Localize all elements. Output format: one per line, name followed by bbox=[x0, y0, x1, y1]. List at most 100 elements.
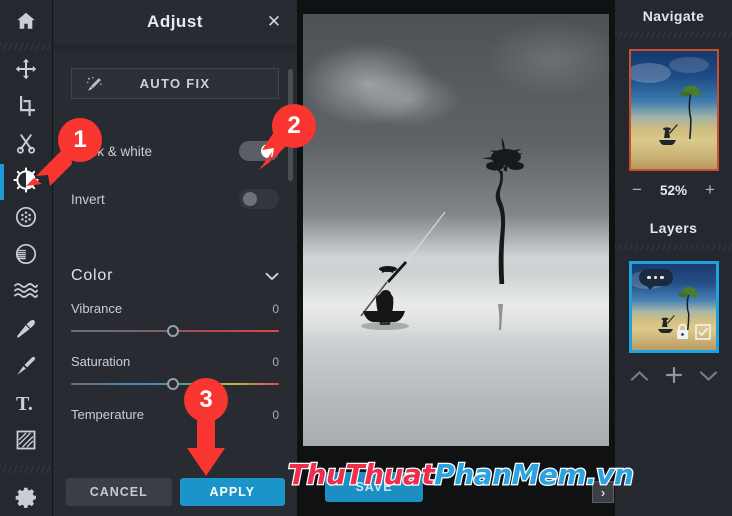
slider-vibrance-track[interactable] bbox=[71, 325, 279, 337]
slider-vibrance-handle[interactable] bbox=[166, 325, 179, 337]
layer-visibility-checkbox[interactable] bbox=[694, 324, 711, 345]
magic-wand-icon bbox=[87, 77, 102, 91]
toggle-knob bbox=[243, 192, 257, 206]
chevron-down-icon[interactable] bbox=[265, 269, 279, 284]
tool-distort[interactable] bbox=[0, 273, 52, 310]
invert-toggle[interactable] bbox=[239, 189, 279, 209]
slider-saturation: Saturation 0 bbox=[71, 354, 279, 390]
scissors-icon bbox=[17, 134, 36, 154]
move-icon bbox=[15, 58, 37, 79]
navigate-divider bbox=[615, 32, 732, 38]
navigate-title: Navigate bbox=[642, 8, 705, 24]
tool-effects[interactable] bbox=[0, 199, 52, 236]
tool-texture[interactable] bbox=[0, 421, 52, 458]
slider-saturation-value: 0 bbox=[272, 355, 279, 369]
navigator-thumbnail[interactable] bbox=[628, 49, 719, 171]
effects-dots-icon bbox=[15, 207, 37, 228]
chevron-down-glyph bbox=[265, 272, 279, 280]
text-icon: T. bbox=[16, 393, 33, 414]
crop-icon bbox=[20, 95, 35, 116]
svg-text:T.: T. bbox=[16, 393, 33, 414]
layer-action-bar bbox=[615, 366, 732, 389]
chevron-up-icon bbox=[630, 370, 648, 381]
slider-vibrance-label: Vibrance bbox=[71, 301, 123, 316]
photo-subjects bbox=[360, 138, 524, 330]
auto-fix-button[interactable]: AUTO FIX bbox=[71, 68, 279, 99]
image-editor-window: T. Adjust ✕ AUTO FIX Black & white Inver… bbox=[0, 0, 732, 516]
tool-gradient[interactable] bbox=[0, 236, 52, 273]
fisherman-silhouette bbox=[363, 261, 407, 325]
add-layer-button[interactable] bbox=[665, 366, 683, 389]
panel-header-divider bbox=[53, 44, 297, 51]
checkbox-glyph bbox=[694, 324, 711, 340]
slider-vibrance-head: Vibrance 0 bbox=[71, 301, 279, 316]
zoom-out-button[interactable]: − bbox=[631, 180, 643, 200]
watermark: ThuThuatPhanMem.vn bbox=[287, 457, 635, 493]
tool-crop[interactable] bbox=[0, 87, 52, 124]
watermark-part-1: ThuThuat bbox=[287, 457, 436, 493]
cancel-button[interactable]: CANCEL bbox=[66, 478, 172, 506]
tree-silhouette bbox=[482, 138, 524, 284]
chevron-down-icon bbox=[699, 370, 717, 381]
zoom-in-button[interactable]: + bbox=[704, 180, 716, 200]
tool-cut[interactable] bbox=[0, 124, 52, 161]
color-section-header[interactable]: Color bbox=[71, 263, 279, 289]
slider-vibrance-value: 0 bbox=[272, 302, 279, 316]
auto-fix-label: AUTO FIX bbox=[139, 76, 211, 91]
autofix-divider bbox=[71, 113, 279, 120]
canvas-area[interactable]: SAVE bbox=[297, 0, 615, 516]
layer-move-down-button[interactable] bbox=[699, 369, 718, 387]
right-panel: Navigate − 52% + Layers bbox=[615, 0, 732, 516]
tool-retouch[interactable] bbox=[0, 310, 52, 347]
zoom-controls: − 52% + bbox=[615, 180, 732, 200]
slider-temperature-value: 0 bbox=[272, 408, 279, 422]
brightness-icon bbox=[13, 167, 39, 193]
adjust-panel: Adjust ✕ AUTO FIX Black & white Invert C… bbox=[52, 0, 298, 516]
tool-brush[interactable] bbox=[0, 347, 52, 384]
waves-icon bbox=[14, 283, 38, 299]
layers-divider bbox=[615, 244, 732, 250]
slider-saturation-handle[interactable] bbox=[166, 378, 179, 390]
texture-icon bbox=[16, 430, 36, 450]
slider-vibrance: Vibrance 0 bbox=[71, 301, 279, 337]
gear-icon bbox=[15, 487, 36, 508]
watermark-part-3: .vn bbox=[585, 457, 635, 493]
tool-settings[interactable] bbox=[0, 479, 52, 516]
zoom-level-value: 52% bbox=[659, 182, 688, 198]
toggle-row-black-white: Black & white bbox=[71, 134, 279, 168]
left-toolbar: T. bbox=[0, 0, 52, 516]
gradient-icon bbox=[15, 244, 37, 265]
layer-item[interactable] bbox=[628, 261, 719, 353]
layer-menu-button[interactable] bbox=[638, 269, 673, 290]
slider-temperature-label: Temperature bbox=[71, 407, 144, 422]
tool-text[interactable]: T. bbox=[0, 384, 52, 421]
black-white-toggle[interactable] bbox=[239, 141, 279, 161]
tool-home[interactable] bbox=[0, 0, 52, 43]
slider-saturation-label: Saturation bbox=[71, 354, 131, 369]
panel-body: AUTO FIX Black & white Invert Color Vibr… bbox=[53, 51, 297, 475]
layer-move-up-button[interactable] bbox=[630, 369, 649, 387]
slider-saturation-track[interactable] bbox=[71, 378, 279, 390]
slider-temperature-head: Temperature 0 bbox=[71, 407, 279, 422]
lock-icon[interactable] bbox=[675, 323, 690, 345]
invert-label: Invert bbox=[71, 191, 105, 207]
lock-glyph bbox=[676, 323, 688, 339]
color-section-divider bbox=[71, 234, 279, 241]
edited-photo[interactable] bbox=[303, 14, 609, 446]
panel-footer: CANCEL APPLY bbox=[53, 468, 298, 516]
home-icon bbox=[17, 13, 35, 30]
close-icon[interactable]: ✕ bbox=[265, 13, 283, 31]
apply-button[interactable]: APPLY bbox=[179, 478, 285, 506]
brush-icon bbox=[17, 356, 36, 375]
retouch-icon bbox=[17, 319, 35, 338]
boat-reflection bbox=[361, 322, 409, 330]
toolbar-divider-1 bbox=[0, 42, 52, 51]
tool-move[interactable] bbox=[0, 50, 52, 87]
slider-saturation-head: Saturation 0 bbox=[71, 354, 279, 369]
tool-adjust[interactable] bbox=[0, 162, 52, 200]
navigator-preview-art bbox=[630, 57, 709, 145]
toggle-row-invert: Invert bbox=[71, 182, 279, 216]
menu-dot bbox=[660, 275, 664, 280]
panel-header: Adjust ✕ bbox=[53, 0, 297, 44]
panel-scrollbar[interactable] bbox=[288, 69, 293, 181]
